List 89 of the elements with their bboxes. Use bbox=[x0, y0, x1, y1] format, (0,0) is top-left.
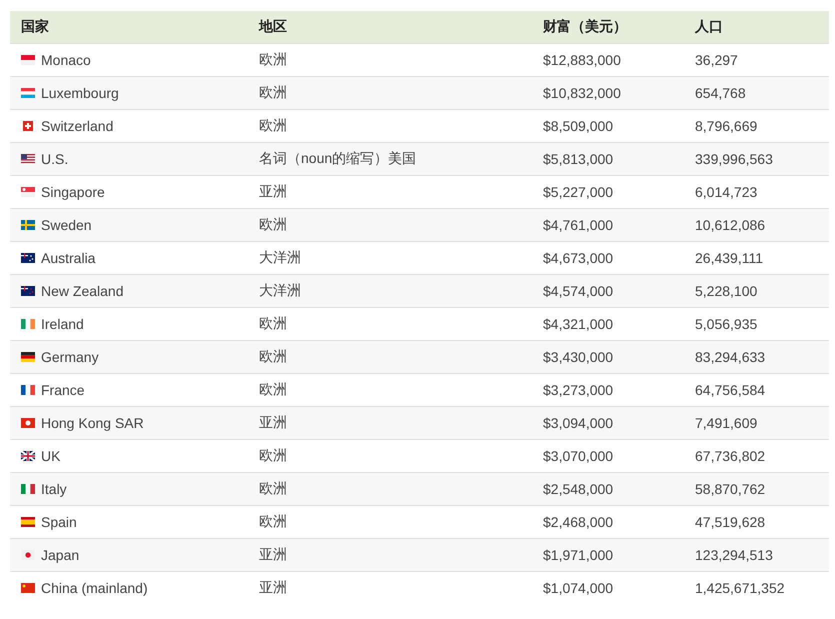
region-cell: 欧洲 bbox=[259, 480, 287, 496]
wealth-cell: $2,468,000 bbox=[543, 514, 614, 530]
country-name: Spain bbox=[41, 514, 77, 530]
column-header: 国家 bbox=[10, 11, 248, 44]
region-cell: 欧洲 bbox=[259, 117, 287, 133]
population-cell: 26,439,111 bbox=[695, 250, 763, 266]
population-cell: 6,014,723 bbox=[695, 184, 758, 200]
column-header: 人口 bbox=[684, 11, 829, 44]
population-cell: 64,756,584 bbox=[695, 382, 766, 398]
country-name: France bbox=[41, 382, 85, 398]
country-name: Luxembourg bbox=[41, 85, 119, 101]
population-cell: 339,996,563 bbox=[695, 151, 773, 167]
population-cell: 83,294,633 bbox=[695, 349, 766, 365]
column-header: 地区 bbox=[248, 11, 532, 44]
wealth-cell: $1,971,000 bbox=[543, 547, 614, 563]
wealth-cell: $5,813,000 bbox=[543, 151, 614, 167]
flag-icon bbox=[21, 550, 35, 560]
flag-icon bbox=[21, 352, 35, 362]
wealth-cell: $4,673,000 bbox=[543, 250, 614, 266]
country-name: Ireland bbox=[41, 316, 84, 332]
region-cell: 亚洲 bbox=[259, 183, 287, 199]
wealth-cell: $3,430,000 bbox=[543, 349, 614, 365]
population-cell: 654,768 bbox=[695, 85, 746, 101]
country-name: Hong Kong SAR bbox=[41, 415, 144, 431]
region-cell: 大洋洲 bbox=[259, 249, 301, 265]
population-cell: 1,425,671,352 bbox=[695, 580, 785, 596]
flag-icon bbox=[21, 385, 35, 395]
wealth-cell: $3,094,000 bbox=[543, 415, 614, 431]
wealth-cell: $12,883,000 bbox=[543, 52, 621, 68]
wealth-cell: $3,273,000 bbox=[543, 382, 614, 398]
flag-icon bbox=[21, 451, 35, 461]
region-cell: 名词（noun的缩写）美国 bbox=[259, 150, 416, 166]
region-cell: 亚洲 bbox=[259, 414, 287, 430]
wealth-cell: $2,548,000 bbox=[543, 481, 614, 497]
population-cell: 36,297 bbox=[695, 52, 738, 68]
flag-icon bbox=[21, 121, 35, 131]
wealth-cell: $4,321,000 bbox=[543, 316, 614, 332]
country-name: China (mainland) bbox=[41, 580, 148, 596]
wealth-cell: $5,227,000 bbox=[543, 184, 614, 200]
country-name: Australia bbox=[41, 250, 96, 266]
flag-icon bbox=[21, 187, 35, 197]
region-cell: 欧洲 bbox=[259, 51, 287, 67]
region-cell: 欧洲 bbox=[259, 513, 287, 529]
wealth-cell: $8,509,000 bbox=[543, 118, 614, 134]
region-cell: 欧洲 bbox=[259, 381, 287, 397]
flag-icon bbox=[21, 418, 35, 428]
population-cell: 67,736,802 bbox=[695, 448, 766, 464]
region-cell: 亚洲 bbox=[259, 546, 287, 562]
country-name: Japan bbox=[41, 547, 80, 563]
flag-icon bbox=[21, 517, 35, 527]
flag-icon bbox=[21, 220, 35, 230]
country-name: UK bbox=[41, 448, 60, 464]
wealth-cell: $3,070,000 bbox=[543, 448, 614, 464]
country-name: Italy bbox=[41, 481, 67, 497]
wealth-cell: $4,761,000 bbox=[543, 217, 614, 233]
country-name: Singapore bbox=[41, 184, 105, 200]
population-cell: 5,056,935 bbox=[695, 316, 758, 332]
region-cell: 欧洲 bbox=[259, 216, 287, 232]
flag-icon bbox=[21, 88, 35, 98]
wealth-cell: $10,832,000 bbox=[543, 85, 621, 101]
wealth-cell: $4,574,000 bbox=[543, 283, 614, 299]
country-name: Germany bbox=[41, 349, 99, 365]
flag-icon bbox=[21, 319, 35, 329]
population-cell: 5,228,100 bbox=[695, 283, 758, 299]
flag-icon bbox=[21, 55, 35, 65]
region-cell: 大洋洲 bbox=[259, 282, 301, 298]
country-name: Sweden bbox=[41, 217, 92, 233]
flag-icon bbox=[21, 154, 35, 164]
column-header: 财富（美元） bbox=[532, 11, 684, 44]
flag-icon bbox=[21, 253, 35, 263]
region-cell: 欧洲 bbox=[259, 84, 287, 100]
country-name: New Zealand bbox=[41, 283, 124, 299]
population-cell: 58,870,762 bbox=[695, 481, 766, 497]
country-name: U.S. bbox=[41, 151, 68, 167]
population-cell: 47,519,628 bbox=[695, 514, 766, 530]
region-cell: 欧洲 bbox=[259, 447, 287, 463]
region-cell: 亚洲 bbox=[259, 579, 287, 595]
wealth-cell: $1,074,000 bbox=[543, 580, 614, 596]
flag-icon bbox=[21, 286, 35, 296]
population-cell: 123,294,513 bbox=[695, 547, 773, 563]
population-cell: 7,491,609 bbox=[695, 415, 758, 431]
country-name: Switzerland bbox=[41, 118, 114, 134]
flag-icon bbox=[21, 583, 35, 593]
region-cell: 欧洲 bbox=[259, 315, 287, 331]
flag-icon bbox=[21, 484, 35, 494]
population-cell: 10,612,086 bbox=[695, 217, 766, 233]
country-name: Monaco bbox=[41, 52, 91, 68]
region-cell: 欧洲 bbox=[259, 348, 287, 364]
population-cell: 8,796,669 bbox=[695, 118, 758, 134]
